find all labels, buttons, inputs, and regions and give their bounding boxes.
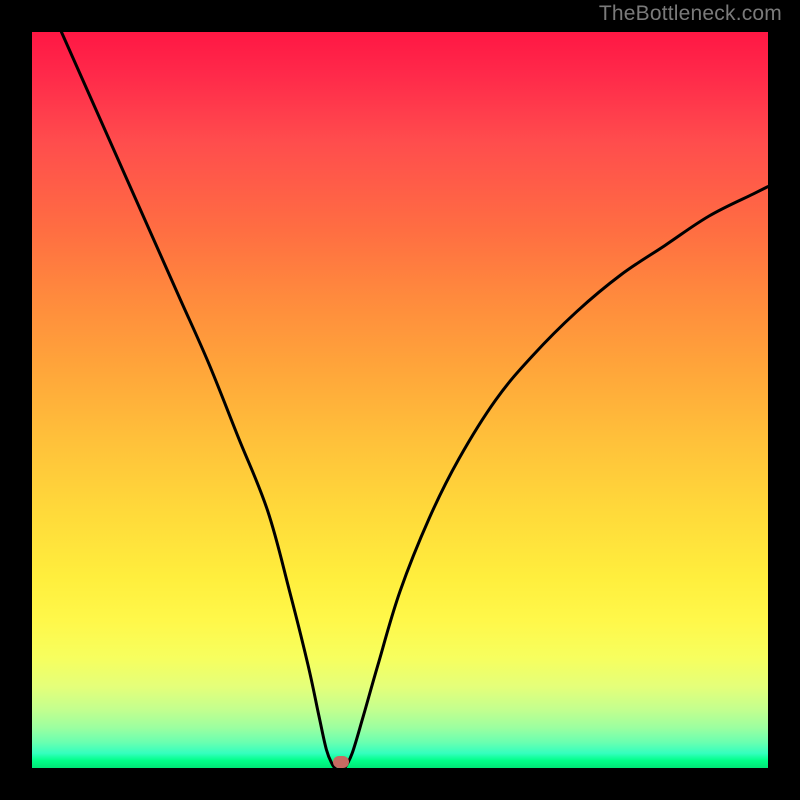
bottleneck-curve bbox=[32, 32, 768, 768]
plot-area bbox=[32, 32, 768, 768]
watermark-text: TheBottleneck.com bbox=[599, 2, 782, 26]
optimum-marker bbox=[333, 756, 349, 768]
